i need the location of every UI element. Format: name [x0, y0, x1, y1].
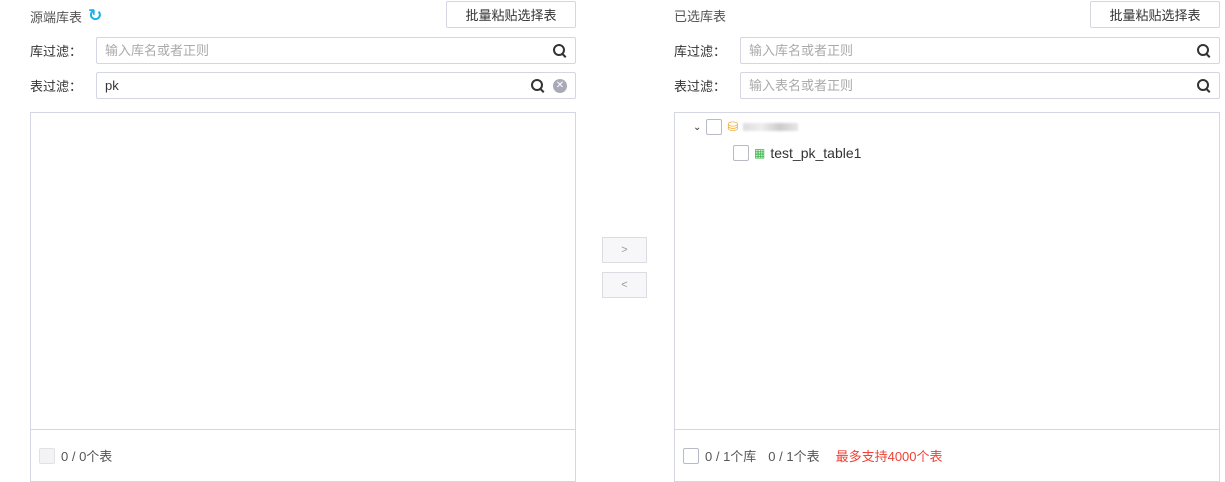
batch-paste-button[interactable]: 批量粘贴选择表 [1090, 1, 1220, 28]
db-filter-label: 库过滤： [30, 44, 83, 59]
search-icon[interactable] [531, 78, 545, 93]
db-filter-label: 库过滤： [674, 44, 727, 59]
move-right-button[interactable]: > [602, 237, 647, 263]
table-icon: ▦ [754, 146, 766, 160]
db-name-redacted [743, 123, 799, 131]
table-filter-label: 表过滤： [30, 79, 83, 94]
target-panel: 已选库表 批量粘贴选择表 库过滤： 表过滤： ⌄ ⛁ ▦ test_pk_tab… [674, 0, 1220, 482]
target-title: 已选库表 [674, 9, 727, 24]
source-table-list: 0 / 0个表 [30, 112, 576, 482]
db-count: 0 / 1个库 [705, 449, 757, 464]
table-filter-input[interactable] [105, 78, 531, 93]
clear-icon[interactable]: ✕ [553, 78, 567, 93]
table-checkbox[interactable] [733, 145, 749, 161]
refresh-icon[interactable]: ↻ [88, 6, 102, 26]
database-icon: ⛁ [727, 119, 739, 134]
table-filter-label: 表过滤： [674, 79, 727, 94]
search-icon[interactable] [1197, 43, 1211, 58]
batch-paste-button[interactable]: 批量粘贴选择表 [446, 1, 576, 28]
table-count: 0 / 1个表 [768, 449, 820, 464]
db-checkbox[interactable] [706, 119, 723, 135]
chevron-down-icon[interactable]: ⌄ [693, 122, 701, 133]
source-panel: 源端库表↻ 批量粘贴选择表 库过滤： 表过滤： ✕ 0 / 0个表 [30, 0, 576, 482]
tree-table-node: ▦ test_pk_table1 [733, 145, 861, 161]
table-filter-input[interactable] [749, 78, 1197, 93]
limit-note: 最多支持4000个表 [835, 449, 943, 464]
source-count: 0 / 0个表 [61, 449, 113, 464]
select-all-checkbox[interactable] [683, 447, 699, 464]
db-filter-input[interactable] [105, 43, 553, 58]
search-icon[interactable] [1197, 78, 1211, 93]
search-icon[interactable] [553, 43, 567, 58]
source-title: 源端库表 ↻ [30, 6, 103, 26]
select-all-checkbox[interactable] [39, 447, 55, 464]
move-left-button[interactable]: < [602, 272, 647, 298]
db-filter-input[interactable] [749, 43, 1197, 58]
tree-db-node: ⌄ ⛁ [693, 119, 799, 135]
target-tree: ⌄ ⛁ ▦ test_pk_table1 0 / 1个库 0 / 1个表 最多支持4… [674, 112, 1220, 482]
